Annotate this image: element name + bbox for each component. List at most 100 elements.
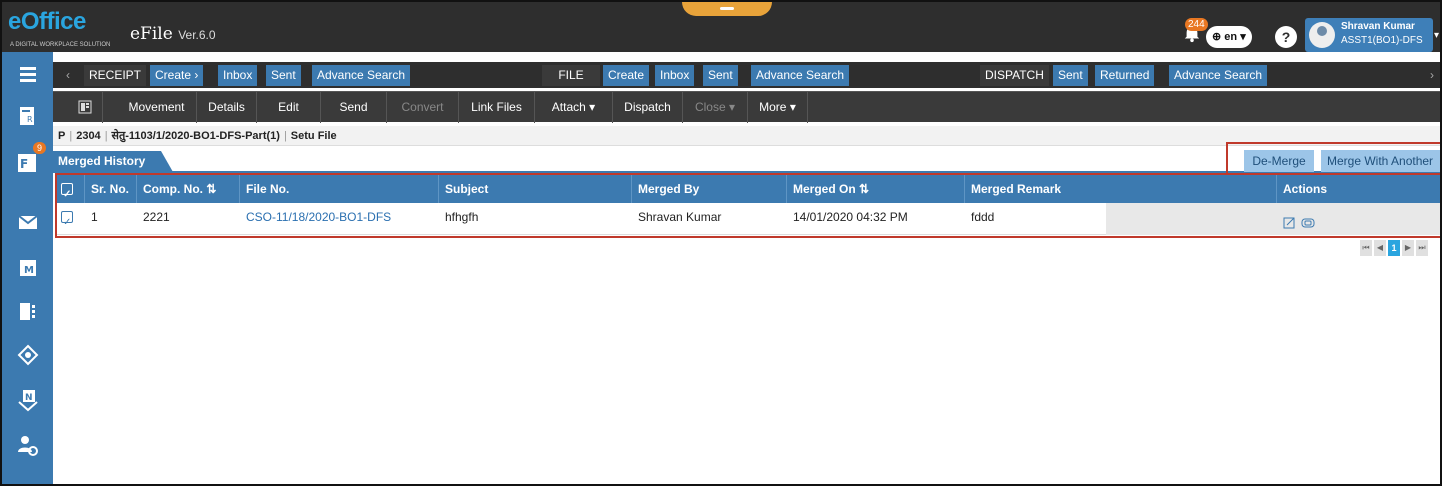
cell-file-no-link[interactable]: CSO-11/18/2020-BO1-DFS [240, 203, 391, 231]
meeting-icon: M [19, 260, 36, 276]
sidebar-item-dsc[interactable] [2, 293, 53, 329]
sidebar-item-settings[interactable] [2, 428, 53, 464]
convert-button[interactable]: Convert [387, 92, 459, 123]
svg-text:N: N [25, 393, 33, 403]
last-page-icon[interactable]: ⏭ [1416, 240, 1428, 256]
app-name: eFile [130, 24, 173, 44]
dispatch-returned-link[interactable]: Returned [1095, 65, 1155, 86]
user-profile-menu[interactable]: Shravan Kumar ASST1(BO1)-DFS [1305, 18, 1433, 52]
scroll-right-chevron-icon[interactable]: › [1425, 65, 1439, 86]
top-header: eOffice A DIGITAL WORKPLACE SOLUTION eFi… [2, 2, 1440, 52]
logo-text: eOffice [8, 8, 86, 35]
next-page-icon[interactable]: ▶ [1402, 240, 1414, 256]
select-all-checkbox[interactable] [57, 175, 85, 209]
col-subject: Subject [439, 175, 632, 203]
notification-count-badge: 244 [1185, 18, 1208, 31]
file-create-button[interactable]: Create [603, 65, 650, 86]
sidebar-item-menu[interactable] [2, 56, 53, 92]
table-header: Sr. No. Comp. No. ⇅ File No. Subject Mer… [57, 175, 1440, 209]
first-page-icon[interactable]: ⏮ [1360, 240, 1372, 256]
dispatch-button[interactable]: Dispatch [613, 92, 683, 123]
current-page-number[interactable]: 1 [1388, 240, 1400, 256]
send-button[interactable]: Send [321, 92, 387, 123]
file-number: सेतु-1103/1/2020-BO1-DFS-Part(1) [111, 130, 280, 142]
edit-button[interactable]: Edit [257, 92, 321, 123]
dispatch-sent-link[interactable]: Sent [1053, 65, 1088, 86]
cell-merged-on: 14/01/2020 04:32 PM [793, 210, 908, 224]
merged-history-tab[interactable]: Merged History [53, 151, 173, 172]
row-checkbox[interactable] [57, 203, 85, 237]
sidebar-item-eoffice[interactable] [2, 337, 53, 373]
receipt-advance-search-link[interactable]: Advance Search [312, 65, 411, 86]
more-dropdown[interactable]: More ▾ [748, 92, 808, 123]
previous-page-icon[interactable]: ◀ [1374, 240, 1386, 256]
col-file-no: File No. [240, 175, 439, 203]
eoffice-logo[interactable]: eOffice A DIGITAL WORKPLACE SOLUTION [8, 8, 110, 48]
close-dropdown[interactable]: Close ▾ [683, 92, 748, 123]
receipt-module-label[interactable]: RECEIPT [84, 65, 147, 86]
col-merged-on[interactable]: Merged On ⇅ [787, 175, 965, 203]
scroll-left-chevron-icon[interactable]: ‹ [61, 65, 75, 86]
file-inbox-link[interactable]: Inbox [655, 65, 695, 86]
app-title: eFile Ver.6.0 [130, 24, 216, 44]
efile-window: eOffice A DIGITAL WORKPLACE SOLUTION eFi… [0, 0, 1442, 486]
help-icon[interactable]: ? [1275, 26, 1297, 48]
dispatch-advance-search-link[interactable]: Advance Search [1169, 65, 1268, 86]
sidebar-item-meeting[interactable]: M [2, 249, 53, 285]
user-role: ASST1(BO1)-DFS [1341, 35, 1423, 46]
receipt-create-button[interactable]: Create › [150, 65, 204, 86]
cell-merged-remark: fddd [971, 210, 995, 224]
col-actions: Actions [1283, 182, 1328, 196]
table-row[interactable]: 1 2221 CSO-11/18/2020-BO1-DFS hfhgfh Shr… [57, 203, 1440, 237]
cell-subject: hfhgfh [445, 210, 479, 224]
file-action-toolbar: Movement Details Edit Send Convert Link … [53, 91, 1440, 123]
app-version: Ver.6.0 [178, 28, 216, 42]
left-sidebar: R F 9 M N [2, 52, 53, 484]
col-sr-no: Sr. No. [85, 175, 137, 203]
chevron-down-icon: ▾ [1240, 31, 1246, 43]
file-view-toggle-icon[interactable] [67, 92, 103, 123]
user-menu-chevron-icon[interactable]: ▾ [1434, 30, 1439, 41]
details-button[interactable]: Details [197, 92, 257, 123]
col-merged-remark: Merged Remark [965, 175, 1277, 203]
dispatch-module-label[interactable]: DISPATCH [980, 65, 1049, 86]
svg-text:M: M [24, 265, 34, 276]
edit-remark-icon[interactable] [1283, 217, 1297, 229]
movement-button[interactable]: Movement [117, 92, 197, 123]
sidebar-item-notice[interactable]: N [2, 382, 53, 418]
sidebar-item-dak[interactable] [2, 204, 53, 240]
receipt-icon: R [19, 107, 34, 125]
logo-tagline: A DIGITAL WORKPLACE SOLUTION [10, 42, 111, 48]
user-name: Shravan Kumar [1341, 21, 1415, 32]
sidebar-item-file[interactable]: F 9 [2, 142, 53, 180]
file-type-code: P [58, 130, 66, 142]
svg-text:F: F [20, 157, 28, 171]
hamburger-menu-icon [19, 67, 36, 82]
svg-text:R: R [27, 115, 33, 124]
avatar [1309, 22, 1335, 48]
file-category: Setu File [290, 130, 337, 142]
user-settings-icon [17, 436, 38, 456]
sidebar-item-receipt[interactable]: R [2, 98, 53, 134]
merge-with-another-button[interactable]: Merge With Another [1321, 150, 1440, 172]
receipt-inbox-link[interactable]: Inbox [218, 65, 258, 86]
file-module-label[interactable]: FILE [542, 65, 600, 86]
collapse-header-handle[interactable] [682, 2, 772, 16]
cell-sr-no: 1 [91, 210, 98, 224]
de-merge-button[interactable]: De-Merge [1244, 150, 1314, 172]
notice-board-icon: N [17, 390, 38, 412]
file-sent-link[interactable]: Sent [703, 65, 738, 86]
file-advance-search-link[interactable]: Advance Search [751, 65, 850, 86]
receipt-sent-link[interactable]: Sent [266, 65, 301, 86]
attach-dropdown[interactable]: Attach ▾ [535, 92, 613, 123]
globe-icon: ⊕ [1212, 31, 1222, 43]
col-comp-no[interactable]: Comp. No. ⇅ [137, 175, 240, 203]
eoffice-home-icon [17, 344, 38, 366]
language-selector[interactable]: ⊕ en ▾ [1206, 26, 1252, 48]
file-count-badge: 9 [33, 142, 47, 154]
language-value: en [1224, 31, 1238, 43]
view-comments-icon[interactable] [1301, 217, 1315, 229]
dak-envelope-icon [17, 215, 38, 229]
link-files-button[interactable]: Link Files [459, 92, 535, 123]
col-merged-by: Merged By [632, 175, 787, 203]
